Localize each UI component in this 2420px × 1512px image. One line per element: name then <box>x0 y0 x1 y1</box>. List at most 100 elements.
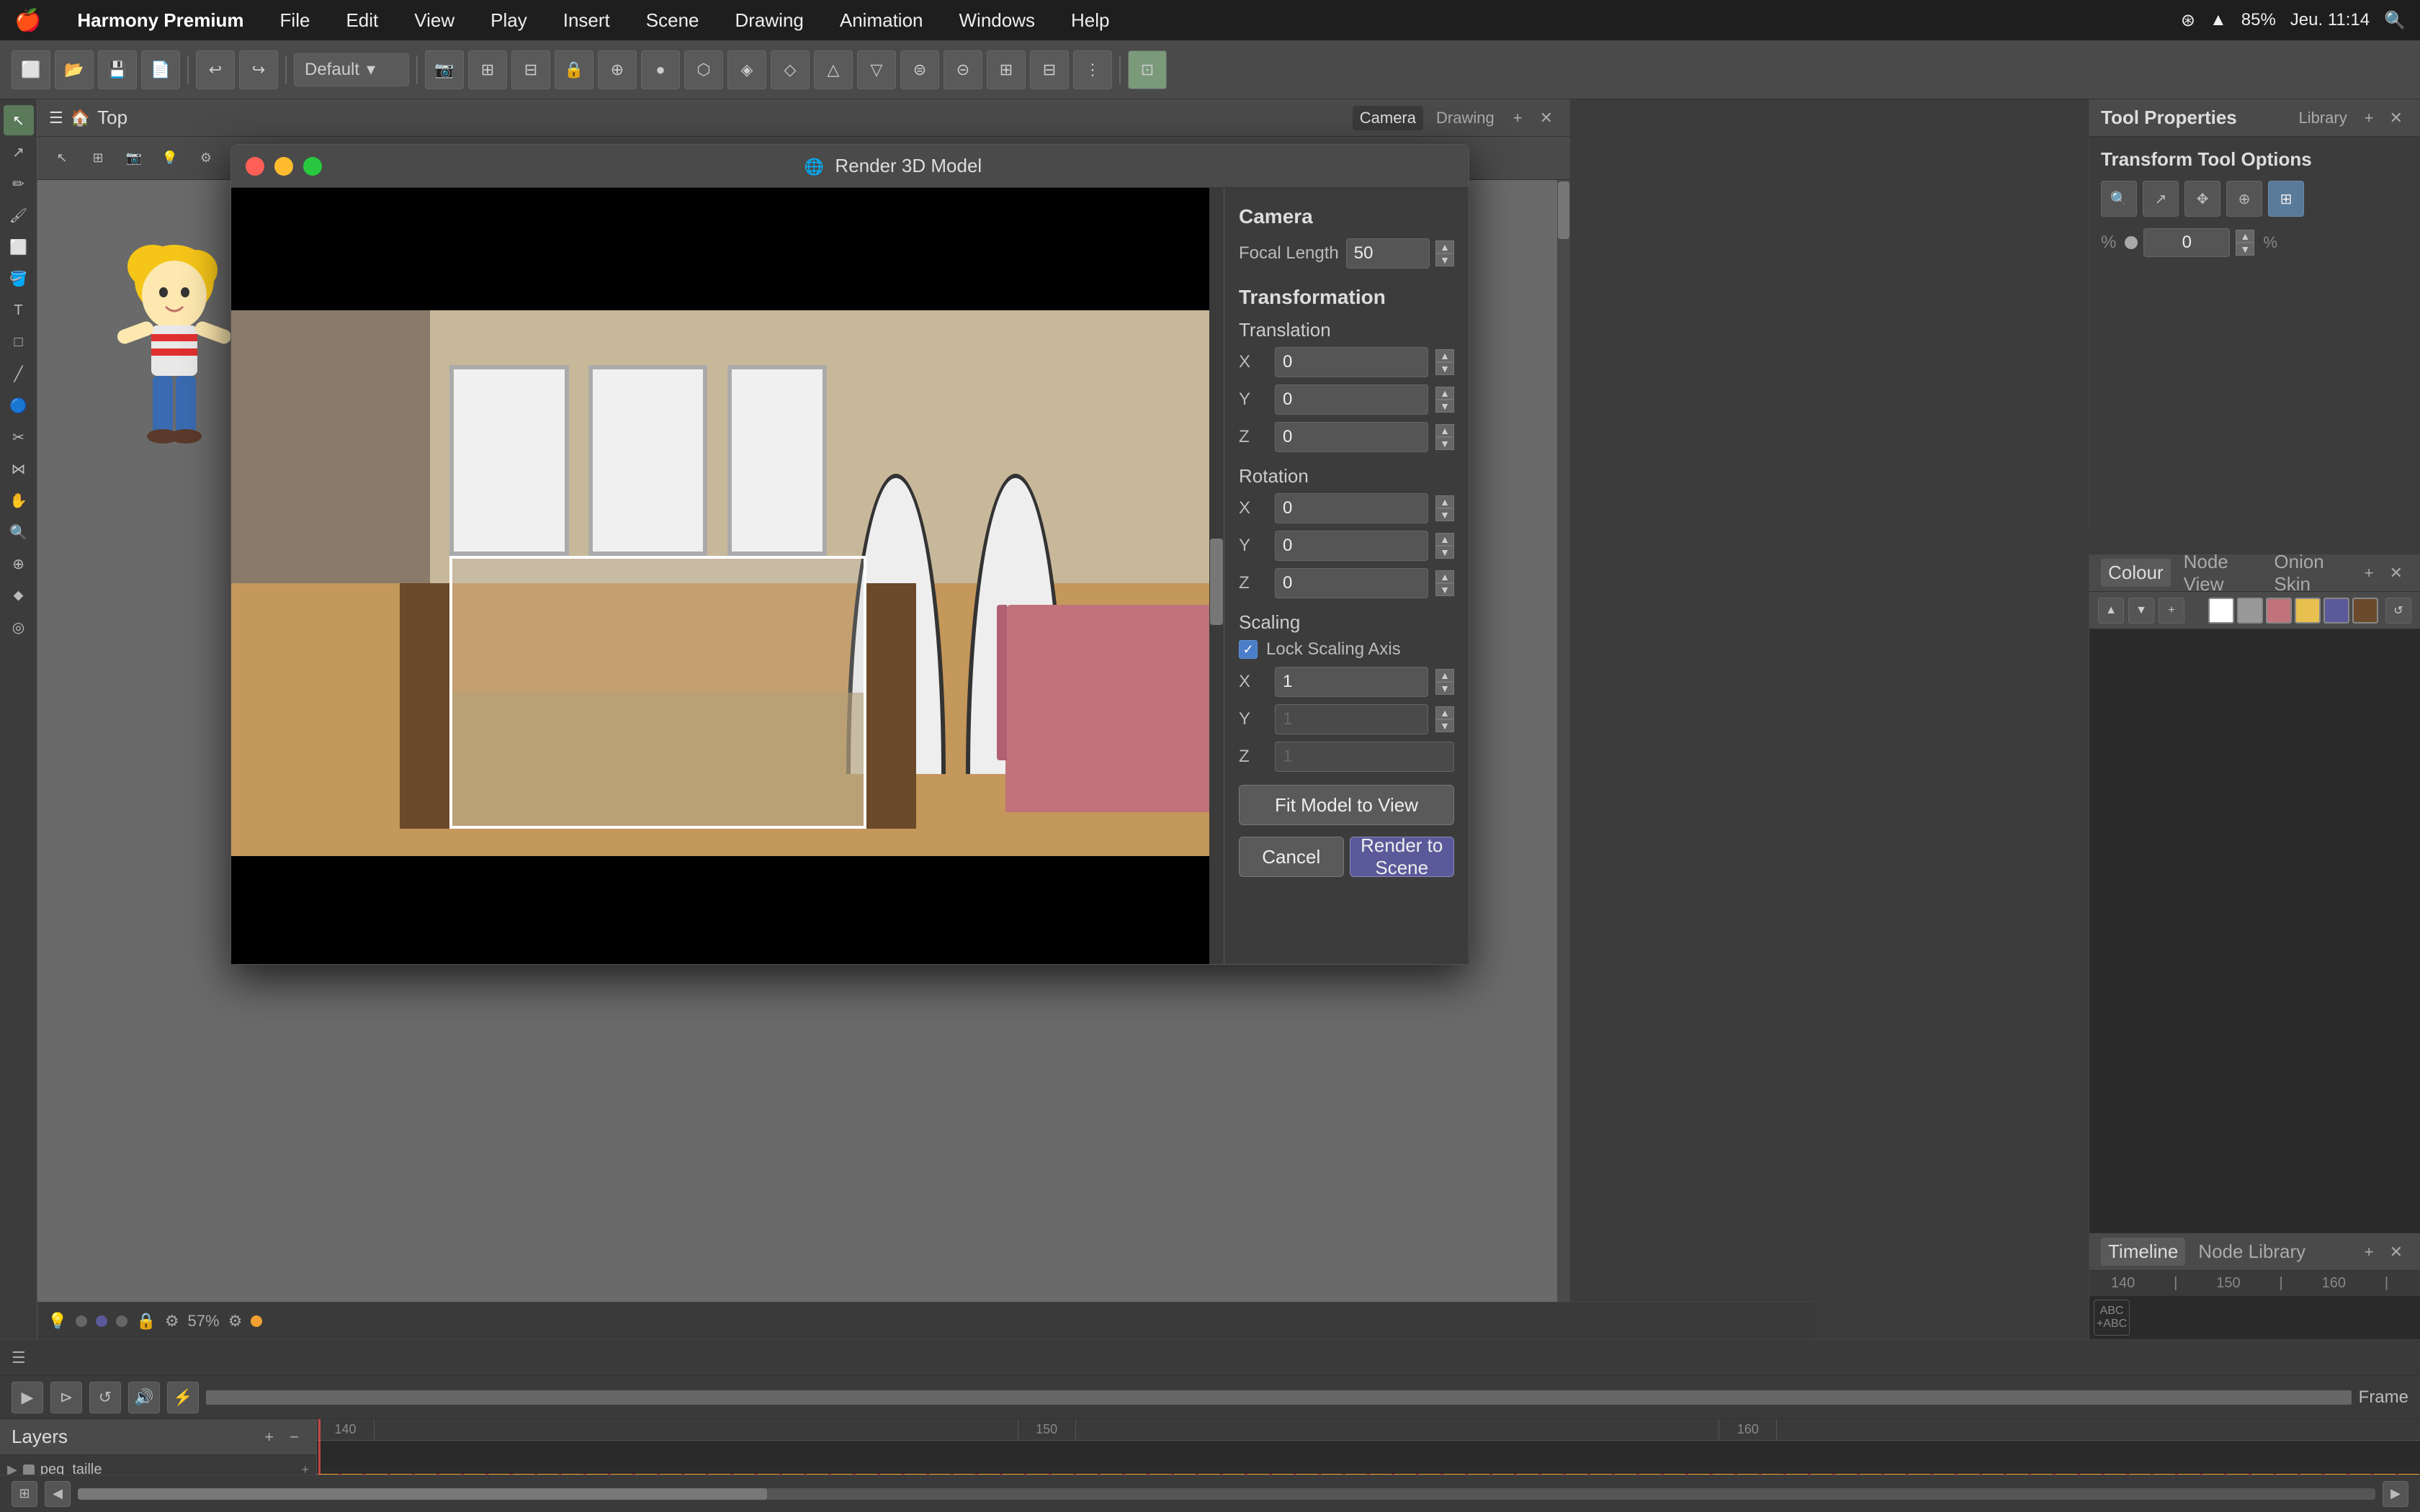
layer-expand-0[interactable]: ▶ <box>7 1462 17 1475</box>
rotation-z-input[interactable]: 0 <box>1275 568 1428 598</box>
arrow-tool[interactable]: ↗ <box>4 137 34 167</box>
timeline-scrubber[interactable] <box>206 1390 2352 1405</box>
rx-stepper-up[interactable]: ▲ <box>1435 495 1454 508</box>
rubber-stamp-button[interactable]: ● <box>641 50 680 89</box>
minimize-button[interactable] <box>274 157 293 176</box>
rigging-tool[interactable]: ⋈ <box>4 454 34 484</box>
timeline-menu-btn[interactable]: ☰ <box>12 1349 26 1367</box>
tp-close-btn[interactable]: ✕ <box>2384 106 2408 130</box>
undo-button[interactable]: ↩ <box>196 50 235 89</box>
rx-stepper[interactable]: ▲ ▼ <box>1435 495 1454 521</box>
grid-button[interactable]: ⊟ <box>511 50 550 89</box>
menu-windows[interactable]: Windows <box>952 6 1042 35</box>
text-tool[interactable]: T <box>4 295 34 325</box>
rz-stepper-up[interactable]: ▲ <box>1435 570 1454 583</box>
cnp-refresh-btn[interactable]: ↺ <box>2385 598 2411 624</box>
active-tool-button[interactable]: ⊡ <box>1128 50 1167 89</box>
translation-y-input[interactable]: 0 <box>1275 384 1428 415</box>
deform-tool[interactable]: ◎ <box>4 612 34 642</box>
tool2-button[interactable]: ◈ <box>727 50 766 89</box>
menu-file[interactable]: File <box>273 6 318 35</box>
rx-stepper-down[interactable]: ▼ <box>1435 508 1454 521</box>
y-stepper[interactable]: ▲ ▼ <box>1435 387 1454 413</box>
play-button[interactable]: ▶ <box>12 1382 43 1413</box>
tp-icon-transform[interactable]: ✥ <box>2184 181 2220 217</box>
swatch-brown[interactable] <box>2352 598 2378 624</box>
close-view-button[interactable]: ✕ <box>1534 106 1559 130</box>
cnp-add-btn[interactable]: + <box>2359 561 2380 585</box>
viewport-scrollbar-thumb[interactable] <box>1210 539 1223 625</box>
tp-value-stepper[interactable]: ▲ ▼ <box>2236 230 2254 256</box>
y-stepper-down[interactable]: ▼ <box>1435 400 1454 413</box>
search-icon[interactable]: 🔍 <box>2384 10 2406 31</box>
stepper-down[interactable]: ▼ <box>1435 253 1454 266</box>
remove-layer-btn[interactable]: − <box>284 1425 305 1449</box>
fit-model-button[interactable]: Fit Model to View <box>1239 785 1454 825</box>
menu-view[interactable]: View <box>407 6 462 35</box>
x-stepper[interactable]: ▲ ▼ <box>1435 349 1454 375</box>
swatch-gray[interactable] <box>2237 598 2263 624</box>
layer-row-0[interactable]: ▶ peg_taille + <box>0 1455 316 1475</box>
swatch-blue[interactable] <box>2323 598 2349 624</box>
tp-tab-library[interactable]: Library <box>2291 106 2354 130</box>
tab-node-library[interactable]: Node Library <box>2191 1238 2313 1266</box>
new-button[interactable]: ⬜ <box>12 50 50 89</box>
tool3-button[interactable]: ◇ <box>771 50 810 89</box>
cnp-close-btn[interactable]: ✕ <box>2384 561 2408 585</box>
view-scrollbar-v[interactable] <box>1557 180 1570 1302</box>
swatch-pink[interactable] <box>2266 598 2292 624</box>
tab-colour[interactable]: Colour <box>2101 559 2171 587</box>
tp-add-btn[interactable]: + <box>2359 106 2380 130</box>
tab-onion-skin[interactable]: Onion Skin <box>2267 548 2352 598</box>
add-view-button[interactable]: + <box>1507 106 1528 130</box>
tl-close-btn[interactable]: ✕ <box>2384 1240 2408 1264</box>
tool1-button[interactable]: ⬡ <box>684 50 723 89</box>
layer-add-0[interactable]: + <box>301 1462 309 1475</box>
tp-icon-pivot[interactable]: ⊕ <box>2226 181 2262 217</box>
stepper-up[interactable]: ▲ <box>1435 240 1454 253</box>
x-stepper-up[interactable]: ▲ <box>1435 349 1454 362</box>
lock-scaling-checkbox[interactable]: ✓ <box>1239 640 1258 659</box>
viewport-scrollbar[interactable] <box>1209 188 1224 964</box>
cancel-button[interactable]: Cancel <box>1239 837 1344 877</box>
settings-icon[interactable]: ⚙ <box>228 1312 243 1331</box>
save-button[interactable]: 💾 <box>98 50 137 89</box>
audio-button[interactable]: 🔊 <box>128 1382 160 1413</box>
tp-stepper-up[interactable]: ▲ <box>2236 230 2254 243</box>
y-stepper-up[interactable]: ▲ <box>1435 387 1454 400</box>
maximize-button[interactable] <box>303 157 322 176</box>
transform-button[interactable]: ⊕ <box>598 50 637 89</box>
vtb-settings[interactable]: ⚙ <box>190 143 222 174</box>
tp-icon-zoom[interactable]: 🔍 <box>2101 181 2137 217</box>
color-eyedropper-tool[interactable]: 🔵 <box>4 390 34 420</box>
vtb-camera[interactable]: 📷 <box>118 143 150 174</box>
translation-z-input[interactable]: 0 <box>1275 422 1428 452</box>
add-layer-btn[interactable]: + <box>259 1425 279 1449</box>
tool9-button[interactable]: ⊟ <box>1030 50 1069 89</box>
pencil-tool[interactable]: ✏ <box>4 168 34 199</box>
cnp-tool-down[interactable]: ▼ <box>2128 598 2154 624</box>
saveas-button[interactable]: 📄 <box>141 50 180 89</box>
menu-edit[interactable]: Edit <box>339 6 385 35</box>
view-tab-camera[interactable]: Camera <box>1353 106 1423 130</box>
menu-help[interactable]: Help <box>1064 6 1116 35</box>
rz-stepper-down[interactable]: ▼ <box>1435 583 1454 596</box>
tp-icon-arrow[interactable]: ↗ <box>2143 181 2179 217</box>
paint-tool[interactable]: 🪣 <box>4 264 34 294</box>
view-tab-drawing[interactable]: Drawing <box>1429 106 1502 130</box>
menu-drawing[interactable]: Drawing <box>728 6 811 35</box>
vtb-lights[interactable]: 💡 <box>154 143 186 174</box>
tp-value-input[interactable]: 0 <box>2143 228 2230 257</box>
z-stepper-up[interactable]: ▲ <box>1435 424 1454 437</box>
menu-animation[interactable]: Animation <box>833 6 931 35</box>
vtb-select[interactable]: ↖ <box>46 143 78 174</box>
menu-scene[interactable]: Scene <box>639 6 707 35</box>
tool5-button[interactable]: ▽ <box>857 50 896 89</box>
shape-tool[interactable]: □ <box>4 327 34 357</box>
swatch-yellow[interactable] <box>2295 598 2321 624</box>
hamburger-icon[interactable]: ☰ <box>49 109 63 127</box>
line-tool[interactable]: ╱ <box>4 359 34 389</box>
scissors-tool[interactable]: ✂ <box>4 422 34 452</box>
next-frame-button[interactable]: ⊳ <box>50 1382 82 1413</box>
ry-stepper-down[interactable]: ▼ <box>1435 546 1454 559</box>
